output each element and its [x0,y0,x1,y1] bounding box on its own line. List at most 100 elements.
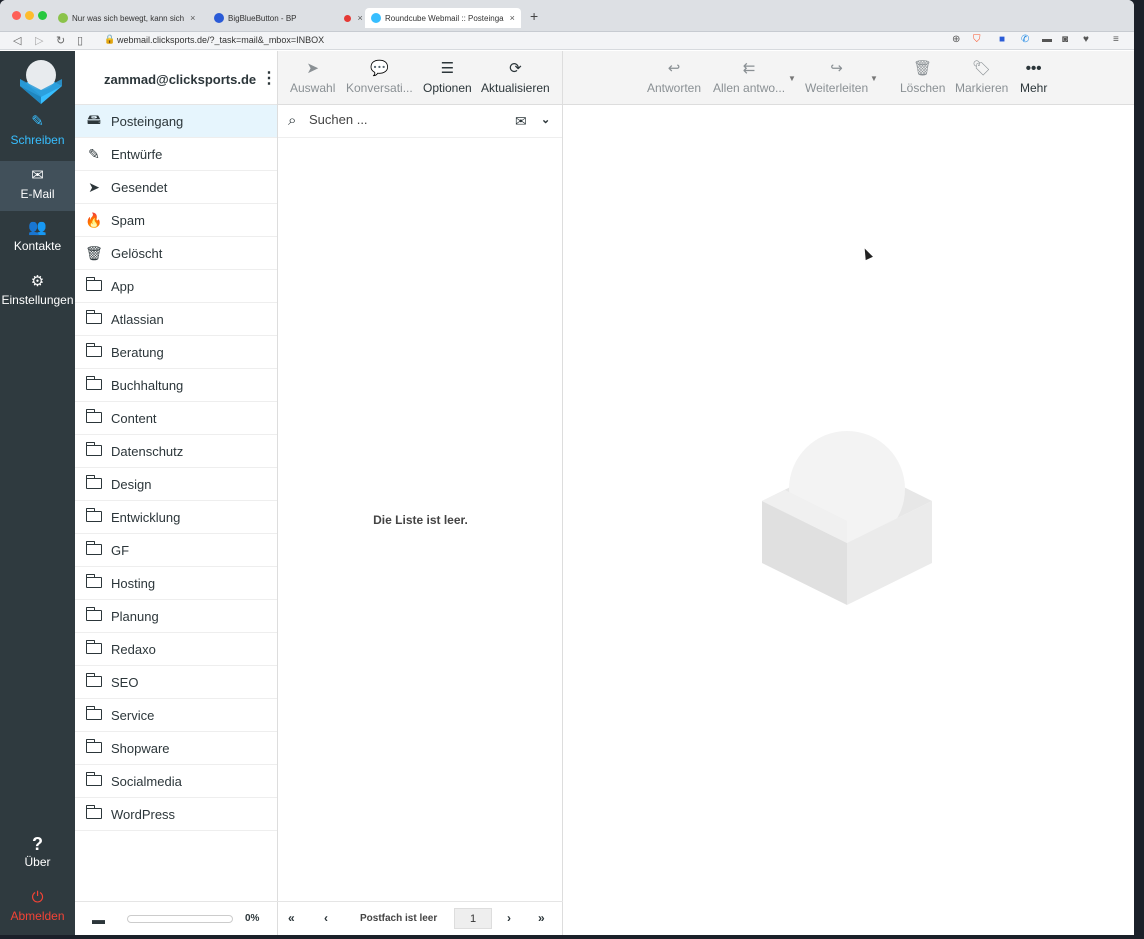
pointer-icon: ➤ [306,60,319,77]
tab-close-icon[interactable]: × [510,13,515,23]
brave-shield-icon[interactable]: ⛉ [973,34,981,45]
folder-item-entwürfe[interactable]: ✎ Entwürfe [75,138,277,171]
forward-icon[interactable]: ▷ [35,34,43,47]
empty-mailbox-illustration [762,431,932,605]
page-number-input[interactable] [454,908,492,929]
compose-button[interactable]: ✎ Schreiben [0,113,75,163]
folder-item-app[interactable]: App [75,270,277,303]
settings-button[interactable]: ⚙ Einstellungen [0,273,75,323]
folder-icon [81,541,107,558]
quota-progress [127,915,233,923]
search-input[interactable] [309,112,499,127]
question-icon: ? [32,834,43,854]
tag-icon: 🏷 [972,60,992,77]
reply-icon: ↩ [667,60,681,77]
tab-close-icon[interactable]: × [357,13,362,23]
camera-icon[interactable]: ◙ [1062,34,1068,45]
folder-item-buchhaltung[interactable]: Buchhaltung [75,369,277,402]
folder-item-socialmedia[interactable]: Socialmedia [75,765,277,798]
extension-icon[interactable]: ■ [999,34,1005,45]
folder-item-seo[interactable]: SEO [75,666,277,699]
minimize-window-button[interactable] [25,11,34,20]
reload-icon[interactable]: ↻ [56,34,65,47]
phone-icon[interactable]: ✆ [1021,34,1029,45]
select-label: Auswahl [290,81,336,95]
fire-icon: 🔥 [85,211,103,228]
close-window-button[interactable] [12,11,21,20]
forward-button[interactable]: ↪ Weiterleiten [805,59,868,95]
back-icon[interactable]: ◁ [13,34,21,47]
envelope-icon[interactable]: ✉ [515,113,527,130]
contacts-button[interactable]: 👥 Kontakte [0,219,75,269]
browser-tab[interactable]: Nur was sich bewegt, kann sich × [58,8,195,28]
reply-all-button[interactable]: ⇇ Allen antwo... [713,59,785,95]
folder-item-hosting[interactable]: Hosting [75,567,277,600]
pocket-icon[interactable]: ♥ [1083,34,1089,45]
pagination-status: Postfach ist leer [360,913,438,924]
reply-button[interactable]: ↩ Antworten [647,59,701,95]
folder-icon [81,409,107,426]
folder-item-atlassian[interactable]: Atlassian [75,303,277,336]
compose-label: Schreiben [10,133,65,147]
previous-page-icon[interactable]: ‹ [324,911,328,925]
search-icon[interactable]: ⌕ [288,112,296,129]
reply-all-dropdown-icon[interactable]: ▼ [788,74,796,83]
folder-actions-icon[interactable]: ⋮ [261,68,277,88]
hard-drive-icon: ▬ [92,912,105,927]
roundcube-app: ✎ Schreiben ✉ E-Mail 👥 Kontakte ⚙ Einste… [0,51,1134,935]
browser-tab[interactable]: BigBlueButton - BP × [214,8,363,28]
about-button[interactable]: ? Über [0,835,75,885]
options-button[interactable]: ☰ Optionen [423,59,472,95]
menu-icon[interactable]: ≡ [1113,34,1119,45]
folder-item-posteingang[interactable]: 🖴 Posteingang [75,105,277,138]
folder-item-content[interactable]: Content [75,402,277,435]
folder-item-gesendet[interactable]: ➤ Gesendet [75,171,277,204]
folder-item-redaxo[interactable]: Redaxo [75,633,277,666]
zoom-icon[interactable]: ⊕ [952,34,960,45]
bookmark-icon[interactable]: ▯ [77,34,83,47]
folder-item-datenschutz[interactable]: Datenschutz [75,435,277,468]
last-page-icon[interactable]: » [538,911,545,925]
extension-icon[interactable]: ▬ [1042,34,1052,45]
folder-item-design[interactable]: Design [75,468,277,501]
delete-button[interactable]: 🗑 Löschen [900,59,945,95]
tab-favicon-icon [371,13,381,23]
list-toolbar: ➤ Auswahl 💬 Konversati... ☰ Optionen ⟳ A… [278,51,562,105]
mail-button[interactable]: ✉ E-Mail [0,161,75,211]
folder-item-planung[interactable]: Planung [75,600,277,633]
threads-button[interactable]: 💬 Konversati... [346,59,413,95]
more-button[interactable]: ••• Mehr [1020,59,1047,95]
maximize-window-button[interactable] [38,11,47,20]
tab-favicon-icon [58,13,68,23]
delete-label: Löschen [900,81,946,95]
folder-item-spam[interactable]: 🔥 Spam [75,204,277,237]
mark-button[interactable]: 🏷 Markieren [955,59,1008,95]
folder-label: Entwicklung [111,509,181,525]
folder-item-gf[interactable]: GF [75,534,277,567]
mail-label: E-Mail [20,187,55,201]
folder-item-gelöscht[interactable]: 🗑 Gelöscht [75,237,277,270]
logout-button[interactable]: ⏻ Abmelden [0,889,75,935]
folder-header: zammad@clicksports.de ⋮ [75,51,277,105]
new-tab-button[interactable]: + [530,8,538,24]
folder-item-beratung[interactable]: Beratung [75,336,277,369]
message-content-panel: ↩ Antworten ⇇ Allen antwo... ▼ ↪ Weiterl… [563,51,1134,935]
refresh-button[interactable]: ⟳ Aktualisieren [481,59,550,95]
folder-item-shopware[interactable]: Shopware [75,732,277,765]
folder-icon [81,343,107,360]
folder-item-service[interactable]: Service [75,699,277,732]
first-page-icon[interactable]: « [288,911,295,925]
folder-item-entwicklung[interactable]: Entwicklung [75,501,277,534]
browser-tab-active[interactable]: Roundcube Webmail :: Posteinga × [365,8,521,28]
more-label: Mehr [1020,81,1048,95]
folder-icon [81,508,107,525]
address-field[interactable]: webmail.clicksports.de/?_task=mail&_mbox… [117,35,324,45]
gear-icon: ⚙ [30,273,45,290]
chevron-down-icon[interactable]: ⌄ [541,113,550,126]
tab-close-icon[interactable]: × [190,13,195,23]
folder-label: Gesendet [111,179,168,195]
select-button[interactable]: ➤ Auswahl [290,59,335,95]
forward-dropdown-icon[interactable]: ▼ [870,74,878,83]
next-page-icon[interactable]: › [507,911,511,925]
folder-item-wordpress[interactable]: WordPress [75,798,277,831]
